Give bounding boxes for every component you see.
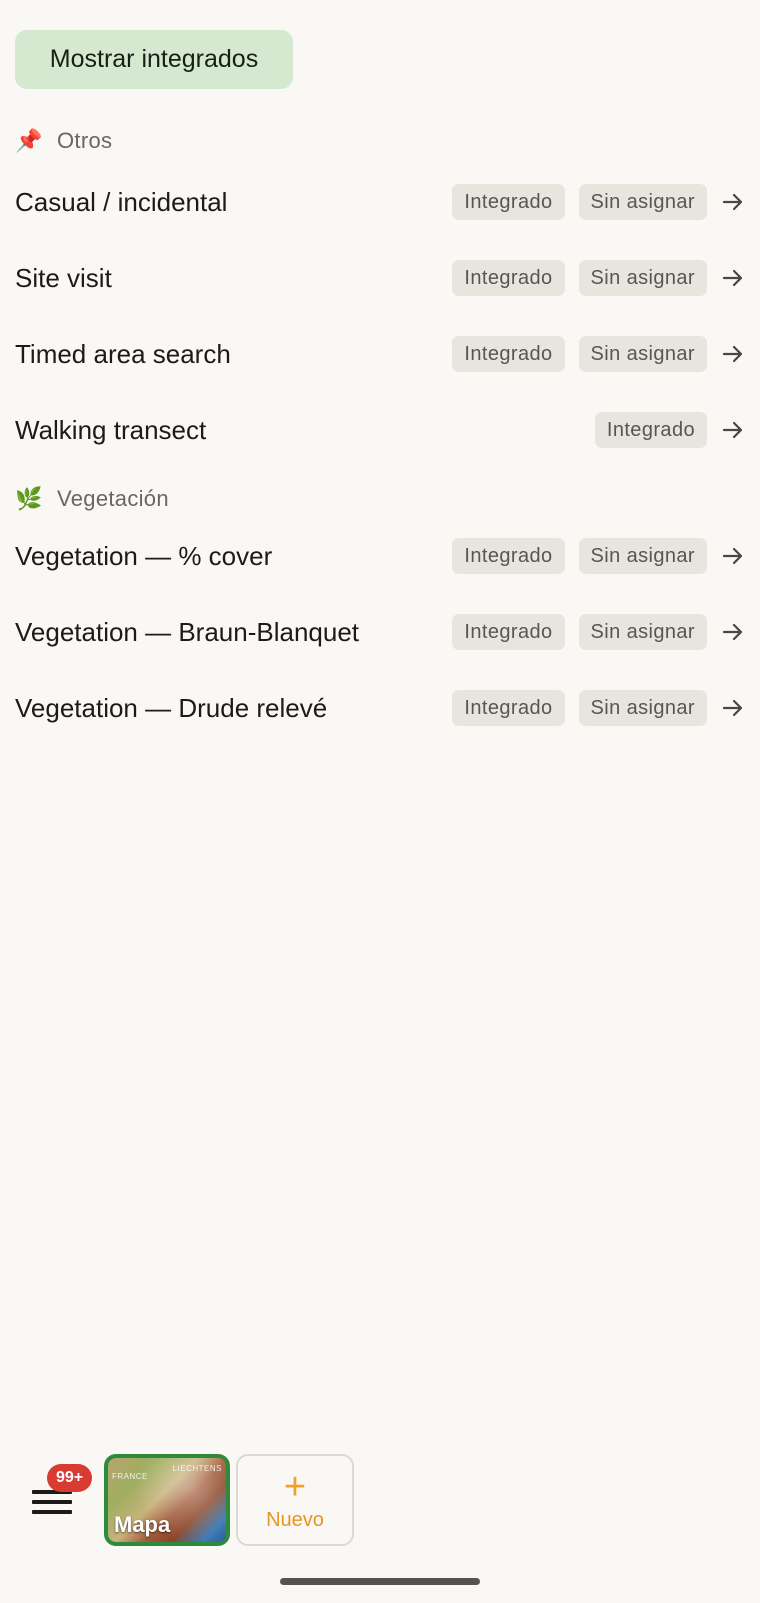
item-title: Vegetation — % cover <box>15 540 273 571</box>
list-item-casual-incidental[interactable]: Casual / incidental Integrado Sin asigna… <box>15 172 745 232</box>
list-item-timed-area-search[interactable]: Timed area search Integrado Sin asignar <box>15 324 745 384</box>
status-chip-sin-asignar: Sin asignar <box>578 260 707 296</box>
map-thumbnail-label: FRANCE <box>112 1472 148 1481</box>
item-title: Site visit <box>15 262 112 293</box>
status-chip-integrado: Integrado <box>452 538 565 574</box>
status-chip-sin-asignar: Sin asignar <box>578 614 707 650</box>
section-header-vegetacion: 🌿 Vegetación <box>15 484 169 514</box>
leaf-icon: 🌿 <box>15 486 43 511</box>
list-item-vegetation-drude-releve[interactable]: Vegetation — Drude relevé Integrado Sin … <box>15 678 745 738</box>
status-chip-integrado: Integrado <box>452 260 565 296</box>
status-chip-sin-asignar: Sin asignar <box>578 690 707 726</box>
status-chip-integrado: Integrado <box>452 336 565 372</box>
home-indicator[interactable] <box>280 1578 480 1585</box>
arrow-right-icon[interactable] <box>721 266 745 290</box>
list-item-vegetation-braun-blanquet[interactable]: Vegetation — Braun-Blanquet Integrado Si… <box>15 602 745 662</box>
arrow-right-icon[interactable] <box>721 190 745 214</box>
new-button[interactable]: + Nuevo <box>236 1454 354 1546</box>
arrow-right-icon[interactable] <box>721 418 745 442</box>
map-button-label: Mapa <box>114 1512 171 1537</box>
map-button[interactable]: FRANCE LIECHTENS Mapa <box>104 1454 230 1546</box>
new-button-label: Nuevo <box>266 1508 324 1531</box>
status-chip-sin-asignar: Sin asignar <box>578 184 707 220</box>
status-chip-integrado: Integrado <box>452 690 565 726</box>
toggle-integrated-button[interactable]: Mostrar integrados <box>15 30 293 89</box>
arrow-right-icon[interactable] <box>721 544 745 568</box>
status-chip-sin-asignar: Sin asignar <box>578 336 707 372</box>
item-title: Vegetation — Braun-Blanquet <box>15 616 360 647</box>
status-chip-sin-asignar: Sin asignar <box>578 538 707 574</box>
arrow-right-icon[interactable] <box>721 342 745 366</box>
map-thumbnail-label: LIECHTENS <box>172 1464 222 1473</box>
status-chip-integrado: Integrado <box>594 412 707 448</box>
item-title: Timed area search <box>15 338 231 369</box>
arrow-right-icon[interactable] <box>721 620 745 644</box>
status-chip-integrado: Integrado <box>452 614 565 650</box>
plus-icon: + <box>283 1465 307 1508</box>
list-item-vegetation-cover[interactable]: Vegetation — % cover Integrado Sin asign… <box>15 526 745 586</box>
list-item-walking-transect[interactable]: Walking transect Integrado <box>15 400 745 460</box>
item-title: Vegetation — Drude relevé <box>15 692 328 723</box>
notification-badge: 99+ <box>47 1464 93 1492</box>
section-title: Otros <box>57 128 113 153</box>
arrow-right-icon[interactable] <box>721 696 745 720</box>
section-title: Vegetación <box>57 486 169 511</box>
section-header-otros: 📌 Otros <box>15 126 112 156</box>
item-title: Walking transect <box>15 414 207 445</box>
pin-icon: 📌 <box>15 128 43 153</box>
item-title: Casual / incidental <box>15 186 228 217</box>
bottom-bar: 99+ FRANCE LIECHTENS Mapa + Nuevo <box>0 1450 760 1550</box>
status-chip-integrado: Integrado <box>452 184 565 220</box>
list-item-site-visit[interactable]: Site visit Integrado Sin asignar <box>15 248 745 308</box>
toggle-integrated-label: Mostrar integrados <box>49 45 259 73</box>
